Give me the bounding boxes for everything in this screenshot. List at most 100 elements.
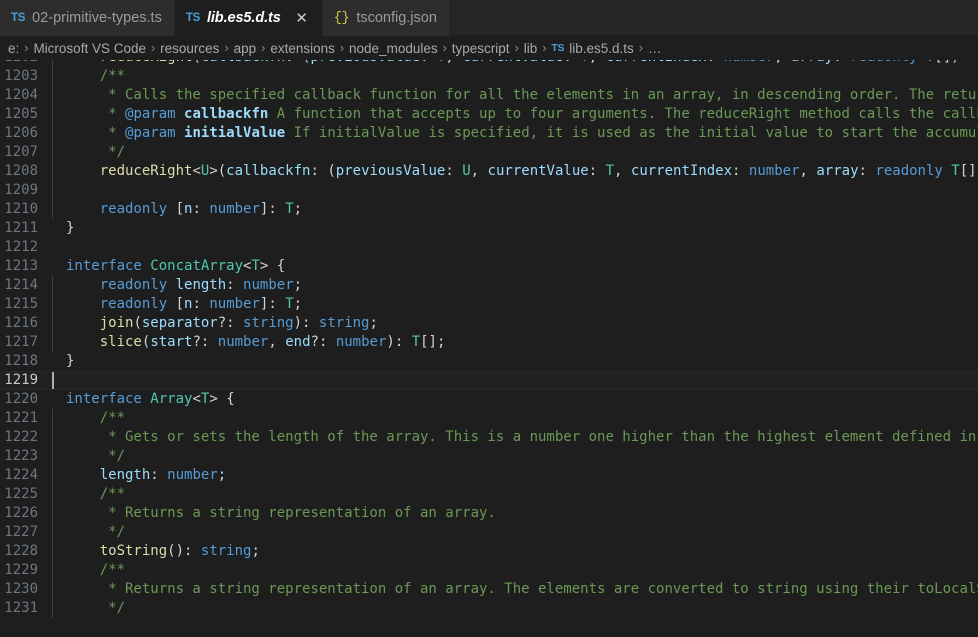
code-line-content: }: [66, 353, 75, 369]
breadcrumb-separator: ›: [339, 41, 345, 55]
breadcrumb-item[interactable]: typescript: [452, 41, 510, 56]
code-line[interactable]: 1220 interface Array<T> {: [0, 390, 978, 409]
editor-lines: 1202 reduceRight(callbackfn: (previousVa…: [0, 60, 978, 618]
tab-lib-es5-d-ts[interactable]: TS lib.es5.d.ts ✕: [174, 0, 323, 36]
code-line[interactable]: 1210 readonly [n: number]: T;: [0, 200, 978, 219]
line-number: 1229: [4, 562, 38, 578]
line-number: 1220: [4, 391, 38, 407]
line-number: 1214: [4, 277, 38, 293]
typescript-file-icon: TS: [185, 12, 200, 24]
indent-guide: [52, 428, 53, 447]
breadcrumb-label: lib: [523, 40, 538, 56]
code-line-content: /**: [52, 485, 978, 504]
code-line[interactable]: 1207 */: [0, 143, 978, 162]
code-line[interactable]: 1226 * Returns a string representation o…: [0, 504, 978, 523]
code-line[interactable]: 1222 * Gets or sets the length of the ar…: [0, 428, 978, 447]
breadcrumb-label: node_modules: [349, 40, 438, 56]
indent-guide: [52, 333, 53, 352]
line-number: 1231: [4, 600, 38, 616]
line-number: 1221: [4, 410, 38, 426]
line-number: 1203: [4, 68, 38, 84]
code-line[interactable]: 1231 */: [0, 599, 978, 618]
indent-guide: [52, 124, 53, 143]
code-line[interactable]: 1227 */: [0, 523, 978, 542]
code-line[interactable]: 1223 */: [0, 447, 978, 466]
breadcrumb-separator: ›: [638, 41, 643, 55]
code-line-content: * Returns a string representation of an …: [52, 504, 978, 523]
indent-guide: [52, 580, 53, 599]
indent-guide: [52, 181, 53, 200]
indent-guide: [52, 60, 53, 67]
code-line-content: }: [66, 220, 75, 236]
breadcrumb-item[interactable]: app: [234, 41, 257, 56]
code-line[interactable]: 1221 /**: [0, 409, 978, 428]
code-line[interactable]: 1229 /**: [0, 561, 978, 580]
code-line[interactable]: 1211}: [0, 219, 978, 238]
breadcrumb-item[interactable]: e:: [8, 41, 19, 56]
code-line[interactable]: 1214 readonly length: number;: [0, 276, 978, 295]
code-line[interactable]: 1204 * Calls the specified callback func…: [0, 86, 978, 105]
code-line[interactable]: 1230 * Returns a string representation o…: [0, 580, 978, 599]
code-line[interactable]: 1209: [0, 181, 978, 200]
editor-tab-bar: TS 02-primitive-types.ts TS lib.es5.d.ts…: [0, 0, 978, 36]
code-line[interactable]: 1213 interface ConcatArray<T> {: [0, 257, 978, 276]
line-number: 1222: [4, 429, 38, 445]
code-line-content: slice(start?: number, end?: number): T[]…: [52, 333, 978, 352]
code-line[interactable]: 1215 readonly [n: number]: T;: [0, 295, 978, 314]
breadcrumb-item[interactable]: resources: [160, 41, 219, 56]
indent-guide: [52, 561, 53, 580]
code-line[interactable]: 1217 slice(start?: number, end?: number)…: [0, 333, 978, 352]
code-line[interactable]: 1219: [0, 371, 978, 390]
breadcrumb-item[interactable]: …: [648, 41, 662, 56]
code-line[interactable]: 1225 /**: [0, 485, 978, 504]
code-line[interactable]: 1218}: [0, 352, 978, 371]
line-number: 1225: [4, 486, 38, 502]
line-number: 1216: [4, 315, 38, 331]
code-editor[interactable]: 1202 reduceRight(callbackfn: (previousVa…: [0, 60, 978, 637]
tab-02-primitive-types-ts[interactable]: TS 02-primitive-types.ts: [0, 0, 175, 36]
indent-guide: [52, 295, 53, 314]
tab-label: tsconfig.json: [356, 10, 437, 26]
breadcrumb-label: app: [233, 40, 257, 56]
indent-guide: [52, 276, 53, 295]
indent-guide: [52, 105, 53, 124]
breadcrumb-separator: ›: [150, 41, 156, 55]
close-icon[interactable]: ✕: [294, 10, 310, 26]
code-line-content: [52, 371, 978, 390]
code-line-content: reduceRight<U>(callbackfn: (previousValu…: [52, 162, 978, 181]
breadcrumb-separator: ›: [224, 41, 229, 55]
breadcrumb-item[interactable]: lib: [524, 41, 538, 56]
code-line-content: */: [52, 599, 978, 618]
typescript-file-icon: TS: [551, 42, 565, 54]
code-line[interactable]: 1206 * @param initialValue If initialVal…: [0, 124, 978, 143]
code-line-content: /**: [52, 409, 978, 428]
indent-guide: [52, 162, 53, 181]
breadcrumb-item[interactable]: TS lib.es5.d.ts: [551, 41, 633, 56]
breadcrumb-item[interactable]: Microsoft VS Code: [33, 41, 146, 56]
code-line[interactable]: 1202 reduceRight(callbackfn: (previousVa…: [0, 60, 978, 67]
code-line[interactable]: 1205 * @param callbackfn A function that…: [0, 105, 978, 124]
code-line[interactable]: 1208 reduceRight<U>(callbackfn: (previou…: [0, 162, 978, 181]
line-number: 1230: [4, 581, 38, 597]
code-line[interactable]: 1216 join(separator?: string): string;: [0, 314, 978, 333]
breadcrumb-label: lib.es5.d.ts: [569, 40, 634, 56]
line-number: 1213: [4, 258, 38, 274]
code-line[interactable]: 1203 /**: [0, 67, 978, 86]
breadcrumb-label: …: [647, 40, 662, 56]
line-number: 1205: [4, 106, 38, 122]
line-number: 1226: [4, 505, 38, 521]
tab-tsconfig-json[interactable]: {} tsconfig.json: [322, 0, 450, 36]
code-line[interactable]: 1212: [0, 238, 978, 257]
indent-guide: [52, 599, 53, 618]
line-number: 1211: [4, 220, 38, 236]
code-line[interactable]: 1224 length: number;: [0, 466, 978, 485]
code-line-content: * Gets or sets the length of the array. …: [52, 428, 978, 447]
breadcrumb-item[interactable]: node_modules: [349, 41, 438, 56]
line-number: 1210: [4, 201, 38, 217]
indent-guide: [52, 67, 53, 86]
json-file-icon: {}: [333, 10, 350, 26]
breadcrumb-separator: ›: [261, 41, 266, 55]
code-line[interactable]: 1228 toString(): string;: [0, 542, 978, 561]
breadcrumb-item[interactable]: extensions: [270, 41, 335, 56]
code-line-content: readonly [n: number]: T;: [52, 295, 978, 314]
